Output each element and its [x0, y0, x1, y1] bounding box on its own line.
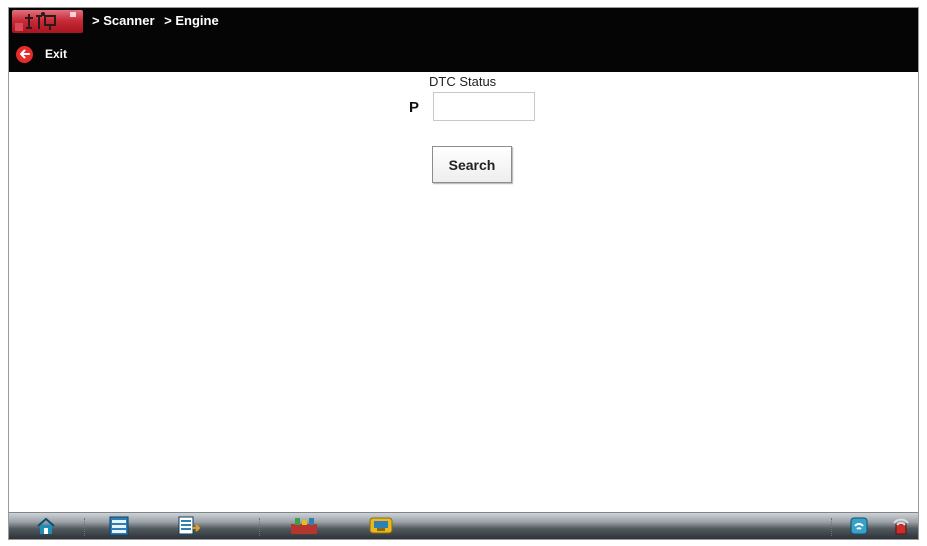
vehicle-icon[interactable] [364, 515, 398, 537]
taskbar-divider [84, 518, 85, 536]
breadcrumb-scanner[interactable]: > Scanner [92, 13, 155, 28]
dtc-code-input[interactable] [433, 92, 535, 121]
taskbar-divider [831, 518, 832, 536]
exit-label: Exit [45, 47, 68, 61]
home-icon[interactable] [31, 515, 61, 537]
search-button[interactable]: Search [432, 146, 512, 183]
taskbar [9, 512, 918, 539]
scanner-icon[interactable] [104, 515, 134, 537]
dtc-status-panel: DTC Status P Search [9, 72, 918, 514]
diagnostic-app-icon[interactable] [12, 10, 83, 33]
dtc-prefix-label: P [409, 99, 420, 116]
tools-icon[interactable] [284, 515, 324, 537]
breadcrumb-engine[interactable]: > Engine [164, 13, 219, 28]
header-bar: > Scanner > Engine Exit [9, 8, 918, 72]
breadcrumb: > Scanner > Engine [92, 13, 225, 28]
page-title: DTC Status [429, 74, 497, 89]
back-arrow-icon [16, 45, 33, 63]
taskbar-divider [259, 518, 260, 536]
wireless-status-icon[interactable] [887, 515, 915, 537]
exit-button[interactable]: Exit [16, 43, 67, 65]
data-list-icon[interactable] [174, 515, 204, 537]
app-window: > Scanner > Engine Exit DTC Status P Sea… [8, 7, 919, 540]
connection-status-icon[interactable] [844, 515, 874, 537]
